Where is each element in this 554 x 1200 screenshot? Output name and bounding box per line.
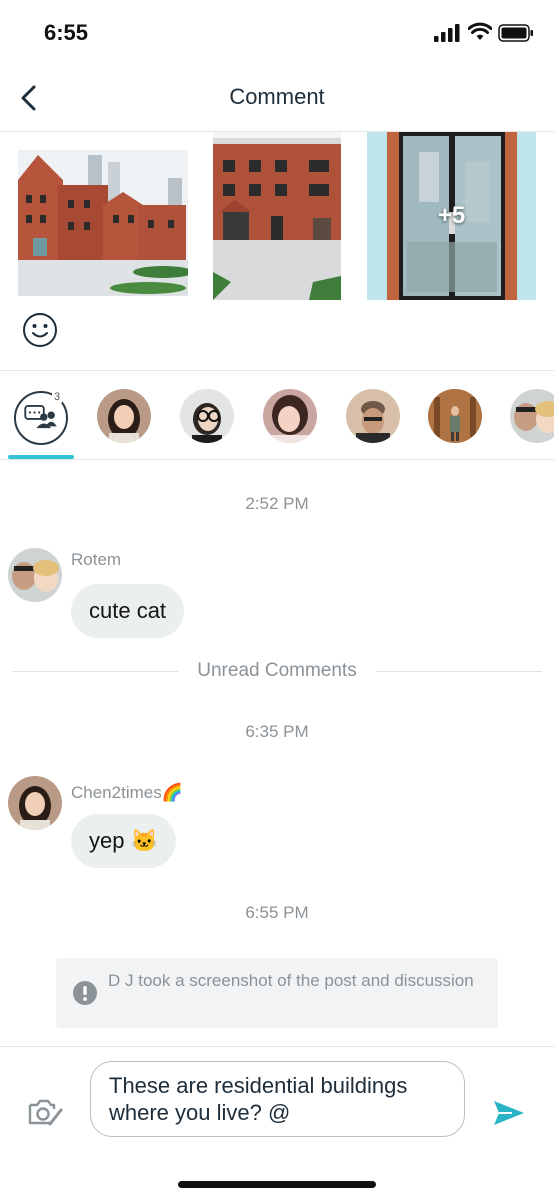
sender-name: Rotem [71, 550, 122, 569]
group-chat-tab[interactable]: 3 [14, 391, 68, 445]
participant-avatar-5[interactable] [428, 389, 482, 443]
timestamp-divider: 6:55 PM [245, 903, 309, 922]
message-bubble[interactable]: cute cat [71, 584, 185, 638]
participant-avatar-3[interactable] [263, 389, 317, 443]
photo-thumbnail-1[interactable] [18, 150, 188, 296]
alert-icon [73, 981, 97, 1005]
participant-avatar-1[interactable] [97, 389, 151, 443]
participants-row: 3 [0, 370, 554, 460]
wifi-icon [468, 22, 492, 40]
group-count-badge: 3 [52, 391, 63, 403]
sender-name: Chen2times🌈 [71, 783, 183, 802]
participant-avatar-2[interactable] [180, 389, 234, 443]
timestamp-divider: 6:35 PM [245, 722, 309, 741]
divider-line [376, 671, 542, 672]
system-notice: D J took a screenshot of the post and di… [56, 958, 498, 1028]
cellular-signal-icon [434, 24, 460, 42]
status-time: 6:55 [44, 20, 89, 45]
smiley-icon[interactable] [22, 312, 58, 348]
comment-composer: These are residential buildings where yo… [0, 1046, 554, 1200]
nav-bar: Comment [0, 66, 554, 132]
comment-input[interactable]: These are residential buildings where yo… [90, 1061, 465, 1137]
battery-icon [498, 24, 533, 42]
sender-avatar[interactable] [8, 548, 62, 602]
home-indicator [178, 1181, 376, 1188]
participant-avatar-6[interactable] [510, 389, 554, 443]
send-icon[interactable] [492, 1097, 526, 1129]
post-photos: +5 [0, 132, 554, 302]
system-notice-text: D J took a screenshot of the post and di… [108, 971, 474, 990]
photo-thumbnail-3[interactable]: +5 [367, 132, 536, 300]
sender-avatar[interactable] [8, 776, 62, 830]
participant-avatar-4[interactable] [346, 389, 400, 443]
active-tab-indicator [8, 455, 74, 459]
more-photos-count: +5 [437, 202, 466, 229]
page-title: Comment [229, 84, 325, 109]
status-bar: 6:55 [0, 0, 554, 66]
message-bubble[interactable]: yep 🐱 [71, 814, 176, 868]
photo-thumbnail-2[interactable] [213, 132, 341, 300]
camera-icon[interactable] [26, 1097, 64, 1129]
timestamp-divider: 2:52 PM [245, 494, 309, 513]
